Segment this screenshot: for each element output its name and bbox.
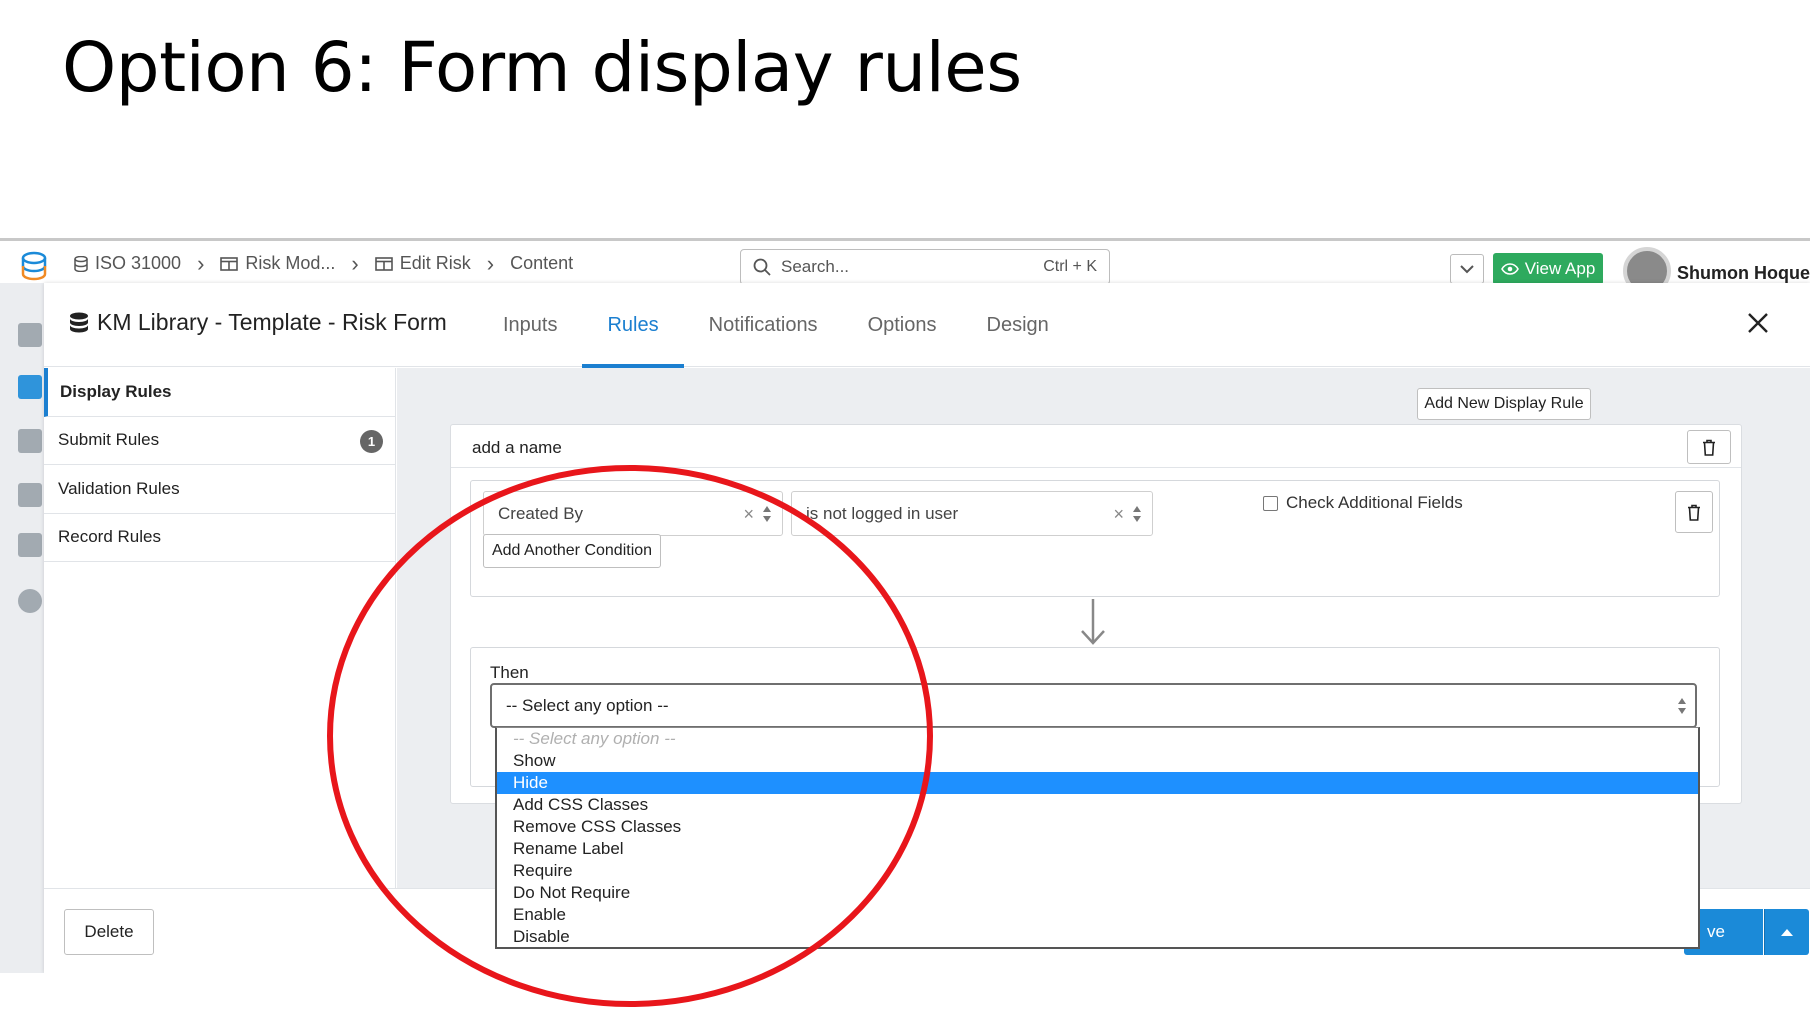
database-icon — [74, 255, 88, 272]
breadcrumb-item-risk-model[interactable]: Risk Mod... — [220, 253, 335, 274]
modal-title-text: KM Library - Template - Risk Form — [97, 309, 447, 335]
condition-operator-value: is not logged in user — [806, 503, 959, 523]
caret-up-icon — [1781, 928, 1793, 936]
view-app-button[interactable]: View App — [1493, 253, 1603, 285]
condition-field-select[interactable]: Created By × — [483, 491, 783, 536]
condition-operator-select[interactable]: is not logged in user × — [791, 491, 1153, 536]
then-action-select[interactable]: -- Select any option -- — [490, 683, 1697, 728]
tab-inputs[interactable]: Inputs — [478, 283, 582, 367]
condition-group: Created By × is not logged in user × Che… — [470, 480, 1720, 597]
option-remove-css-classes[interactable]: Remove CSS Classes — [497, 816, 1698, 838]
then-label: Then — [490, 663, 529, 682]
lightning-icon[interactable] — [18, 429, 42, 453]
check-additional-fields[interactable]: Check Additional Fields — [1263, 493, 1463, 513]
table-icon — [374, 256, 393, 271]
option-hide[interactable]: Hide — [497, 772, 1698, 794]
save-options-button[interactable] — [1764, 909, 1809, 955]
modal-title: KM Library - Template - Risk Form — [69, 309, 447, 336]
breadcrumb-label: ISO 31000 — [95, 253, 182, 273]
tab-design[interactable]: Design — [962, 283, 1074, 367]
count-badge: 1 — [360, 429, 383, 453]
eye-icon — [1500, 263, 1519, 275]
breadcrumb-label: Content — [510, 253, 574, 273]
search-placeholder: Search... — [781, 257, 850, 276]
add-condition-button[interactable]: Add Another Condition — [483, 534, 661, 568]
sidenav-item-label: Display Rules — [60, 381, 172, 401]
clear-icon[interactable]: × — [743, 504, 754, 525]
breadcrumb-item-content[interactable]: Content — [510, 253, 573, 274]
rule-name-field[interactable]: add a name — [472, 438, 562, 458]
breadcrumb-label: Edit Risk — [399, 253, 471, 273]
app-topbar: ISO 31000 › Risk Mod... › Edit Risk › Co… — [0, 241, 1810, 295]
condition-field-value: Created By — [498, 503, 584, 523]
option-placeholder[interactable]: -- Select any option -- — [497, 728, 1698, 750]
option-rename-label[interactable]: Rename Label — [497, 838, 1698, 860]
delete-condition-button[interactable] — [1675, 491, 1713, 533]
sort-arrows-icon — [763, 506, 771, 522]
option-enable[interactable]: Enable — [497, 904, 1698, 926]
database-logo-icon[interactable] — [20, 251, 52, 287]
sidenav-item-submit-rules[interactable]: Submit Rules 1 — [44, 417, 395, 465]
delete-button[interactable]: Delete — [64, 909, 154, 955]
image-icon[interactable] — [18, 483, 42, 507]
chart-icon[interactable] — [18, 533, 42, 557]
option-disable[interactable]: Disable — [497, 926, 1698, 948]
rules-sidenav: Display Rules Submit Rules 1 Validation … — [44, 368, 396, 888]
tab-options[interactable]: Options — [843, 283, 962, 367]
sidenav-item-label: Submit Rules — [58, 430, 160, 450]
sidenav-item-label: Validation Rules — [58, 478, 180, 498]
sort-arrows-icon — [1133, 506, 1141, 522]
arrow-down-icon — [1081, 599, 1105, 645]
close-icon[interactable] — [1746, 311, 1770, 335]
chevron-down-icon — [1460, 264, 1474, 273]
tab-rules[interactable]: Rules — [582, 283, 684, 368]
clear-icon[interactable]: × — [1113, 504, 1124, 525]
list-icon[interactable] — [18, 323, 42, 347]
option-add-css-classes[interactable]: Add CSS Classes — [497, 794, 1698, 816]
slide-title: Option 6: Form display rules — [62, 28, 1022, 108]
search-shortcut: Ctrl + K — [1043, 258, 1097, 275]
user-name[interactable]: Shumon Hoque — [1677, 263, 1810, 284]
tab-notifications[interactable]: Notifications — [684, 283, 843, 367]
chevron-right-icon: › — [351, 250, 359, 276]
topbar-dropdown-button[interactable] — [1450, 254, 1484, 284]
modal-tabs: Inputs Rules Notifications Options Desig… — [478, 283, 1074, 368]
search-icon — [753, 258, 771, 276]
search-input[interactable]: Search... Ctrl + K — [740, 249, 1110, 285]
trash-icon — [1703, 439, 1715, 456]
database-icon — [70, 312, 88, 332]
breadcrumb: ISO 31000 › Risk Mod... › Edit Risk › Co… — [74, 250, 573, 276]
sidenav-item-record-rules[interactable]: Record Rules — [44, 514, 395, 562]
checkbox[interactable] — [1263, 495, 1278, 511]
view-app-label: View App — [1524, 259, 1596, 278]
modal-header: KM Library - Template - Risk Form Inputs… — [44, 283, 1810, 368]
check-additional-label: Check Additional Fields — [1286, 493, 1463, 512]
option-do-not-require[interactable]: Do Not Require — [497, 882, 1698, 904]
breadcrumb-item-edit-risk[interactable]: Edit Risk — [374, 253, 471, 274]
option-show[interactable]: Show — [497, 750, 1698, 772]
chevron-right-icon: › — [486, 250, 495, 276]
trash-icon — [1688, 504, 1700, 521]
divider — [451, 467, 1741, 468]
sidenav-item-display-rules[interactable]: Display Rules — [44, 368, 395, 417]
option-require[interactable]: Require — [497, 860, 1698, 882]
sidenav-item-label: Record Rules — [58, 527, 161, 547]
chevron-right-icon: › — [197, 250, 205, 276]
then-options-list: -- Select any option -- Show Hide Add CS… — [495, 727, 1700, 949]
table-icon — [220, 256, 239, 271]
sort-arrows-icon — [1678, 698, 1686, 714]
delete-rule-button[interactable] — [1687, 430, 1731, 464]
breadcrumb-item-iso[interactable]: ISO 31000 — [74, 253, 181, 274]
breadcrumb-label: Risk Mod... — [245, 253, 336, 273]
add-display-rule-button[interactable]: Add New Display Rule — [1417, 388, 1591, 420]
sidenav-item-validation-rules[interactable]: Validation Rules — [44, 465, 395, 514]
gear-icon[interactable] — [18, 589, 42, 613]
left-rail — [0, 283, 44, 973]
document-add-icon[interactable] — [18, 375, 42, 399]
then-select-value: -- Select any option -- — [506, 695, 669, 715]
